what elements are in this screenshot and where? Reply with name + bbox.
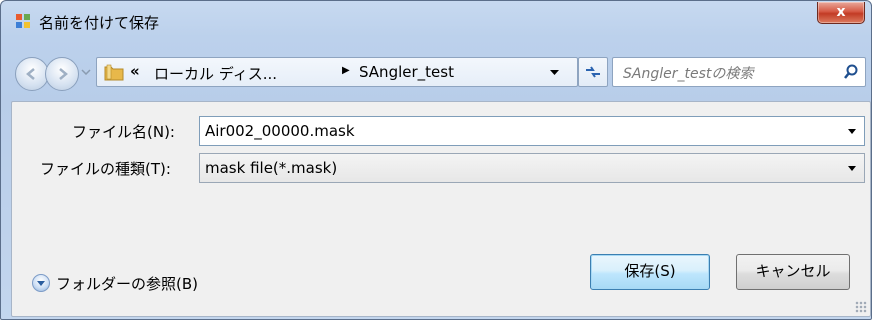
cancel-button[interactable]: キャンセル (736, 254, 850, 290)
address-path-segment[interactable]: ローカル ディス... (154, 63, 277, 84)
refresh-button[interactable] (578, 57, 608, 87)
address-overflow-chevron[interactable]: « (130, 62, 140, 80)
browse-folders-label: フォルダーの参照(B) (56, 275, 198, 293)
expand-chevron-icon (32, 274, 50, 292)
filename-dropdown-icon[interactable] (848, 129, 856, 134)
save-as-dialog: 名前を付けて保存 x « ローカル ディス... ▶ SAngler_test … (0, 0, 872, 320)
resize-grip-icon[interactable] (855, 301, 867, 313)
recent-pages-dropdown-icon[interactable] (81, 69, 91, 75)
filetype-label: ファイルの種類(T): (40, 160, 171, 178)
filetype-value: mask file(*.mask) (205, 159, 338, 177)
title-bar[interactable]: 名前を付けて保存 x (1, 1, 871, 39)
navigation-bar: « ローカル ディス... ▶ SAngler_test SAngler_tes… (1, 51, 871, 97)
back-button[interactable] (15, 57, 49, 91)
search-box[interactable]: SAngler_testの検索 (612, 57, 866, 87)
address-separator-icon[interactable]: ▶ (342, 65, 350, 76)
back-arrow-icon (26, 68, 35, 80)
address-dropdown-icon[interactable] (550, 70, 559, 76)
folder-icon (104, 64, 124, 81)
forward-arrow-icon (59, 68, 68, 80)
filename-label: ファイル名(N): (72, 123, 175, 141)
form-panel: ファイル名(N): Air002_00000.mask ファイルの種類(T): … (11, 101, 871, 317)
address-bar[interactable]: « ローカル ディス... ▶ SAngler_test (96, 57, 578, 87)
filetype-dropdown-icon[interactable] (848, 166, 856, 171)
address-current-folder[interactable]: SAngler_test (359, 63, 454, 81)
save-button[interactable]: 保存(S) (590, 254, 710, 290)
close-icon: x (836, 4, 846, 20)
close-button[interactable]: x (817, 2, 865, 24)
search-icon[interactable] (843, 64, 859, 80)
forward-button[interactable] (45, 57, 79, 91)
app-icon (16, 14, 30, 28)
filename-input[interactable]: Air002_00000.mask (205, 122, 355, 140)
filename-combobox[interactable]: Air002_00000.mask (199, 116, 865, 146)
refresh-icon (586, 66, 600, 78)
filetype-select[interactable]: mask file(*.mask) (199, 153, 865, 183)
search-placeholder: SAngler_testの検索 (623, 66, 754, 82)
window-title: 名前を付けて保存 (39, 14, 160, 32)
